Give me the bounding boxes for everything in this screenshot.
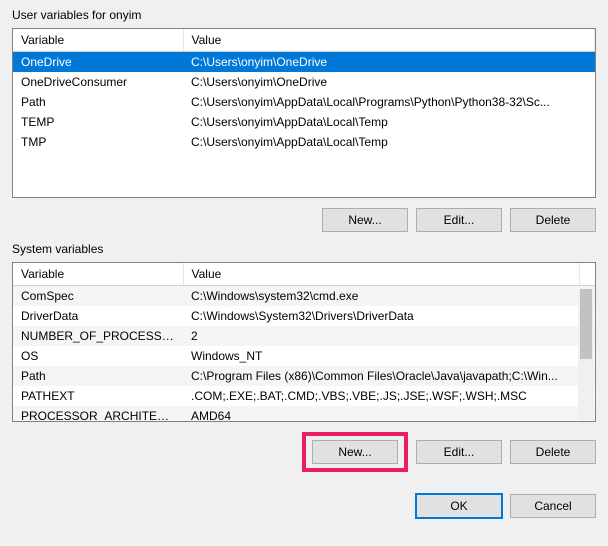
table-row[interactable]: OneDriveC:\Users\onyim\OneDrive [13,52,595,73]
col-variable[interactable]: Variable [13,263,183,286]
system-variables-group: System variables Variable Value ComSpecC… [12,242,596,472]
table-row[interactable]: NUMBER_OF_PROCESSORS2 [13,326,595,346]
cell-value: C:\Users\onyim\OneDrive [183,72,595,92]
col-variable[interactable]: Variable [13,29,183,52]
table-row[interactable]: ComSpecC:\Windows\system32\cmd.exe [13,286,595,307]
table-header-row: Variable Value [13,29,595,52]
cell-value: C:\Users\onyim\AppData\Local\Temp [183,132,595,152]
cell-variable: TMP [13,132,183,152]
cell-value: 2 [183,326,579,346]
col-value[interactable]: Value [183,29,595,52]
system-new-button[interactable]: New... [312,440,398,464]
vertical-scrollbar[interactable] [578,289,594,420]
cell-value: C:\Windows\System32\Drivers\DriverData [183,306,579,326]
cell-value: C:\Windows\system32\cmd.exe [183,286,579,307]
cell-variable: DriverData [13,306,183,326]
table-row[interactable]: PROCESSOR_ARCHITECTUREAMD64 [13,406,595,422]
user-variables-table[interactable]: Variable Value OneDriveC:\Users\onyim\On… [13,29,595,152]
table-row[interactable]: OSWindows_NT [13,346,595,366]
col-value[interactable]: Value [183,263,579,286]
table-row[interactable]: PathC:\Program Files (x86)\Common Files\… [13,366,595,386]
cell-variable: ComSpec [13,286,183,307]
cell-variable: Path [13,366,183,386]
scrollbar-thumb[interactable] [580,289,592,359]
user-edit-button[interactable]: Edit... [416,208,502,232]
table-header-row: Variable Value [13,263,595,286]
cell-variable: OneDrive [13,52,183,73]
cancel-button[interactable]: Cancel [510,494,596,518]
system-delete-button[interactable]: Delete [510,440,596,464]
user-new-button[interactable]: New... [322,208,408,232]
user-variables-label: User variables for onyim [12,8,596,22]
cell-variable: PROCESSOR_ARCHITECTURE [13,406,183,422]
system-variables-label: System variables [12,242,596,256]
table-row[interactable]: TEMPC:\Users\onyim\AppData\Local\Temp [13,112,595,132]
table-row[interactable]: TMPC:\Users\onyim\AppData\Local\Temp [13,132,595,152]
cell-variable: OS [13,346,183,366]
table-row[interactable]: PathC:\Users\onyim\AppData\Local\Program… [13,92,595,112]
user-buttons-row: New... Edit... Delete [12,208,596,232]
cell-variable: TEMP [13,112,183,132]
cell-variable: NUMBER_OF_PROCESSORS [13,326,183,346]
system-variables-table[interactable]: Variable Value ComSpecC:\Windows\system3… [13,263,595,422]
cell-variable: PATHEXT [13,386,183,406]
user-variables-group: User variables for onyim Variable Value … [12,8,596,232]
table-row[interactable]: OneDriveConsumerC:\Users\onyim\OneDrive [13,72,595,92]
scroll-header-spacer [579,263,595,286]
system-edit-button[interactable]: Edit... [416,440,502,464]
cell-variable: Path [13,92,183,112]
table-row[interactable]: DriverDataC:\Windows\System32\Drivers\Dr… [13,306,595,326]
cell-value: AMD64 [183,406,579,422]
cell-value: C:\Users\onyim\OneDrive [183,52,595,73]
cell-variable: OneDriveConsumer [13,72,183,92]
system-variables-table-wrap: Variable Value ComSpecC:\Windows\system3… [12,262,596,422]
cell-value: .COM;.EXE;.BAT;.CMD;.VBS;.VBE;.JS;.JSE;.… [183,386,579,406]
highlight-annotation: New... [302,432,408,472]
user-variables-table-wrap: Variable Value OneDriveC:\Users\onyim\On… [12,28,596,198]
dialog-buttons-row: OK Cancel [12,494,596,518]
user-delete-button[interactable]: Delete [510,208,596,232]
cell-value: Windows_NT [183,346,579,366]
ok-button[interactable]: OK [416,494,502,518]
system-buttons-row: New... Edit... Delete [12,432,596,472]
cell-value: C:\Users\onyim\AppData\Local\Programs\Py… [183,92,595,112]
cell-value: C:\Users\onyim\AppData\Local\Temp [183,112,595,132]
table-row[interactable]: PATHEXT.COM;.EXE;.BAT;.CMD;.VBS;.VBE;.JS… [13,386,595,406]
cell-value: C:\Program Files (x86)\Common Files\Orac… [183,366,579,386]
